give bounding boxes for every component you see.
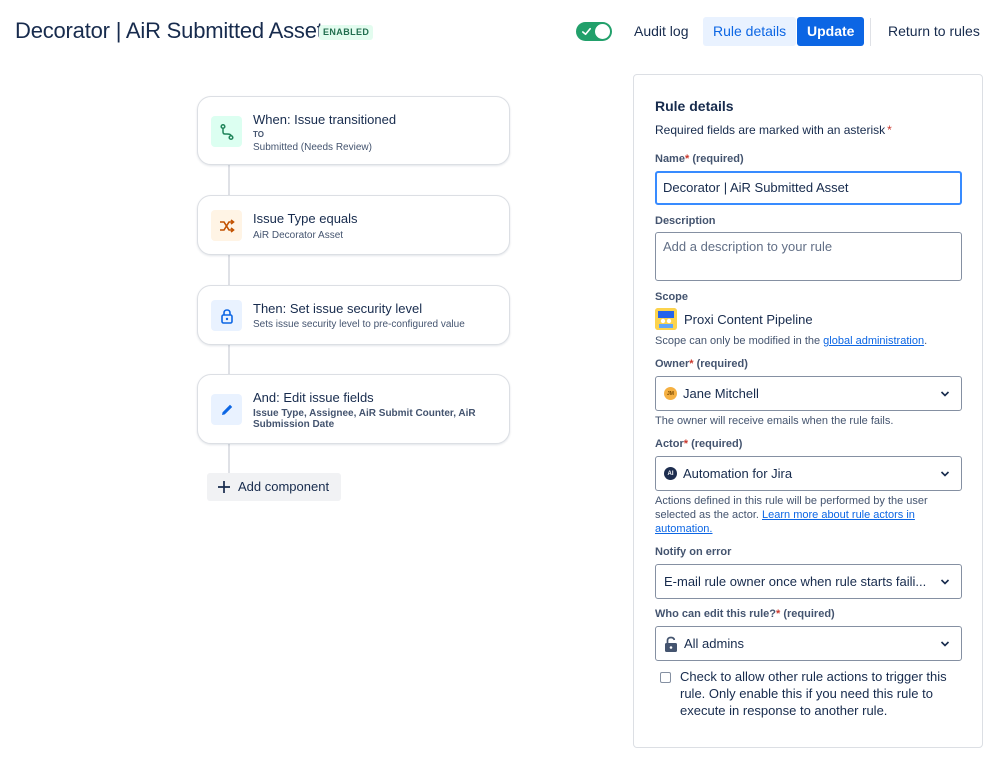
header-divider xyxy=(870,18,871,46)
description-input[interactable]: Add a description to your rule xyxy=(655,232,962,281)
name-input[interactable]: Decorator | AiR Submitted Asset xyxy=(655,171,962,205)
owner-help: The owner will receive emails when the r… xyxy=(655,415,894,427)
return-to-rules-button[interactable]: Return to rules xyxy=(878,17,990,46)
transition-icon xyxy=(211,116,242,147)
edit-permission-select[interactable]: All admins xyxy=(655,626,962,661)
edit-permission-value: All admins xyxy=(684,636,744,651)
status-badge: ENABLED xyxy=(319,25,374,40)
condition-value: AiR Decorator Asset xyxy=(253,230,344,241)
enable-toggle[interactable] xyxy=(576,22,612,41)
page-title: Decorator | AiR Submitted Asset xyxy=(15,18,323,43)
owner-value: Jane Mitchell xyxy=(683,386,759,401)
add-component-button[interactable]: Add component xyxy=(207,473,341,501)
chevron-down-icon xyxy=(940,579,950,585)
add-component-label: Add component xyxy=(238,479,330,494)
toggle-knob xyxy=(595,24,610,39)
condition-card[interactable]: Issue Type equals AiR Decorator Asset xyxy=(197,195,510,255)
condition-title: Issue Type equals xyxy=(253,211,358,226)
chevron-down-icon xyxy=(940,641,950,647)
action-security-title: Then: Set issue security level xyxy=(253,301,423,316)
global-admin-link[interactable]: global administration xyxy=(823,335,924,347)
scope-help: Scope can only be modified in the global… xyxy=(655,335,928,347)
update-button[interactable]: Update xyxy=(797,17,865,46)
action-edit-card[interactable]: And: Edit issue fields Issue Type, Assig… xyxy=(197,374,510,444)
allow-trigger-text: Check to allow other rule actions to tri… xyxy=(680,669,947,718)
panel-title: Rule details xyxy=(655,98,734,114)
check-icon xyxy=(582,27,591,36)
pencil-icon xyxy=(211,394,242,425)
rule-details-button[interactable]: Rule details xyxy=(703,17,797,46)
chevron-down-icon xyxy=(940,471,950,477)
owner-select[interactable]: JM Jane Mitchell xyxy=(655,376,962,411)
notify-value: E-mail rule owner once when rule starts … xyxy=(664,574,927,589)
shuffle-icon xyxy=(211,210,242,241)
scope-name: Proxi Content Pipeline xyxy=(684,311,813,327)
required-note: Required fields are marked with an aster… xyxy=(655,123,892,137)
unlock-icon xyxy=(665,636,677,652)
project-icon xyxy=(655,308,677,330)
lock-icon xyxy=(211,300,242,331)
edit-permission-label: Who can edit this rule?* (required) xyxy=(655,608,835,620)
scope-value: Proxi Content Pipeline xyxy=(655,308,813,330)
trigger-tag: TO xyxy=(253,130,264,139)
action-edit-title: And: Edit issue fields xyxy=(253,390,374,405)
trigger-card[interactable]: When: Issue transitioned TO Submitted (N… xyxy=(197,96,510,165)
actor-value: Automation for Jira xyxy=(683,466,793,481)
audit-log-button[interactable]: Audit log xyxy=(624,17,698,46)
description-label: Description xyxy=(655,215,716,227)
chevron-down-icon xyxy=(940,391,950,397)
actor-help: Actions defined in this rule will be per… xyxy=(655,495,928,535)
action-security-desc: Sets issue security level to pre-configu… xyxy=(253,319,465,330)
owner-label: Owner* (required) xyxy=(655,358,748,370)
avatar: AI xyxy=(664,467,677,480)
scope-label: Scope xyxy=(655,291,689,303)
actor-select[interactable]: AI Automation for Jira xyxy=(655,456,962,491)
trigger-title: When: Issue transitioned xyxy=(253,112,397,127)
trigger-status: Submitted (Needs Review) xyxy=(253,142,372,153)
name-label: Name* (required) xyxy=(655,153,744,165)
rule-details-panel: Rule details Required fields are marked … xyxy=(633,74,983,748)
avatar: JM xyxy=(664,387,677,400)
plus-icon xyxy=(218,481,230,493)
actor-label: Actor* (required) xyxy=(655,438,743,450)
action-edit-fields: Issue Type, Assignee, AiR Submit Counter… xyxy=(253,408,476,430)
notify-select[interactable]: E-mail rule owner once when rule starts … xyxy=(655,564,962,599)
action-security-card[interactable]: Then: Set issue security level Sets issu… xyxy=(197,285,510,345)
notify-label: Notify on error xyxy=(655,546,732,558)
allow-trigger-checkbox[interactable] xyxy=(660,672,671,683)
